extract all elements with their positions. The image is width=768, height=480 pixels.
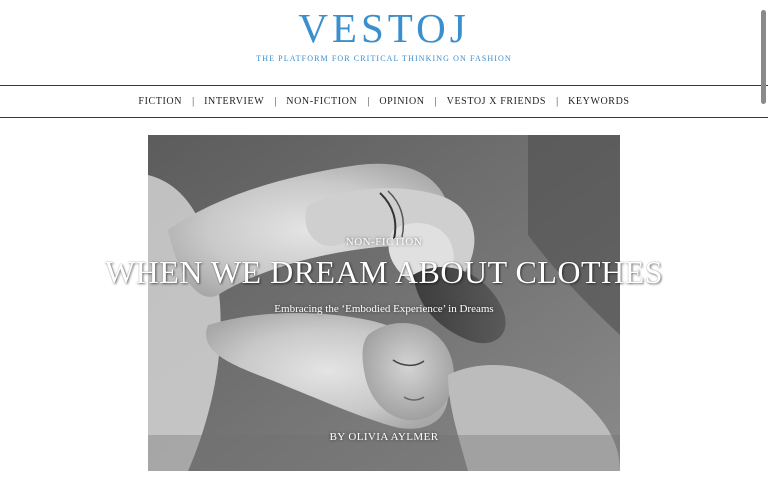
- nav-item-interview[interactable]: INTERVIEW: [204, 96, 264, 107]
- hero-title[interactable]: WHEN WE DREAM ABOUT CLOTHES: [0, 254, 768, 290]
- nav-item-keywords[interactable]: KEYWORDS: [568, 96, 629, 107]
- nav-item-fiction[interactable]: FICTION: [138, 96, 182, 107]
- nav-list: FICTION | INTERVIEW | NON-FICTION | OPIN…: [138, 96, 629, 107]
- nav-separator: |: [274, 96, 277, 107]
- nav-separator: |: [192, 96, 195, 107]
- scrollbar-thumb[interactable]: [761, 10, 766, 104]
- site-tagline: THE PLATFORM FOR CRITICAL THINKING ON FA…: [256, 54, 512, 63]
- hero-category[interactable]: NON-FICTION: [0, 236, 768, 248]
- page: VESTOJ THE PLATFORM FOR CRITICAL THINKIN…: [0, 0, 768, 480]
- nav-item-opinion[interactable]: OPINION: [379, 96, 424, 107]
- nav-separator: |: [434, 96, 437, 107]
- nav-separator: |: [367, 96, 370, 107]
- masthead: VESTOJ THE PLATFORM FOR CRITICAL THINKIN…: [0, 0, 768, 86]
- hero-byline[interactable]: BY OLIVIA AYLMER: [0, 431, 768, 443]
- main-navigation: FICTION | INTERVIEW | NON-FICTION | OPIN…: [0, 85, 768, 118]
- nav-separator: |: [556, 96, 559, 107]
- site-logo[interactable]: VESTOJ: [0, 4, 768, 52]
- hero-subtitle[interactable]: Embracing the ‘Embodied Experience’ in D…: [0, 303, 768, 315]
- nav-item-non-fiction[interactable]: NON-FICTION: [286, 96, 357, 107]
- nav-item-vestoj-x-friends[interactable]: VESTOJ X FRIENDS: [447, 96, 546, 107]
